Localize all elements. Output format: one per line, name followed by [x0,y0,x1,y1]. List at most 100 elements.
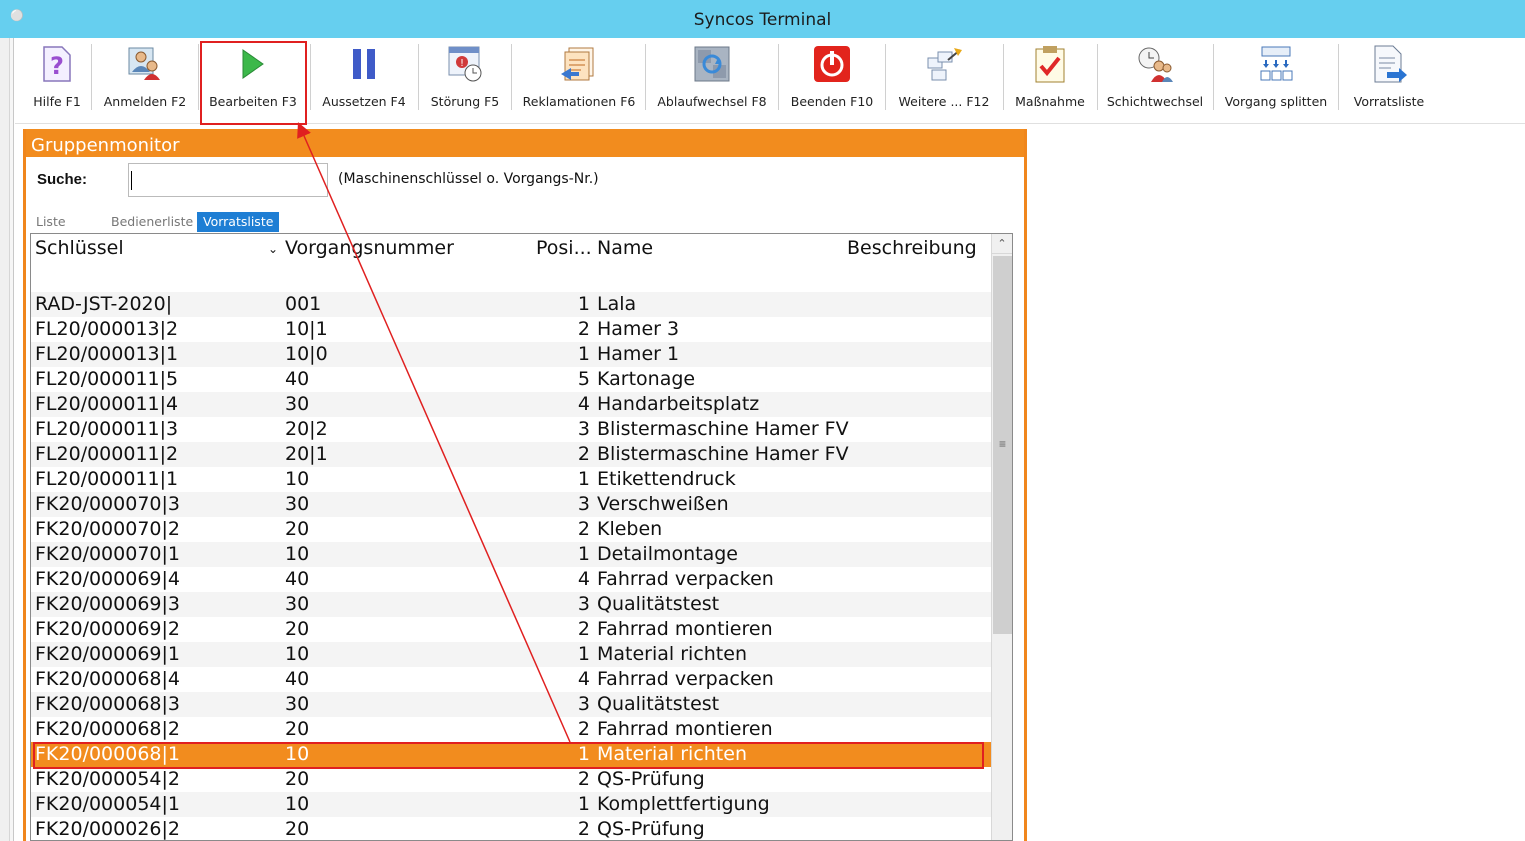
toolbar-separator [1213,44,1214,110]
table-row[interactable]: FL20/000011|2 20|1 2 Blistermaschine Hamer … [31,442,991,467]
disruption-button[interactable]: ! Störung F5 [427,42,503,114]
table-row[interactable]: FK20/000069|3 30 3 Qualitätstest [31,592,991,617]
toolbar-separator [1003,44,1004,110]
table-row[interactable]: FK20/000068|2 20 2 Fahrrad montieren [31,717,991,742]
table-row[interactable]: FK20/000068|3 30 3 Qualitätstest [31,692,991,717]
more-button[interactable]: Weitere ... F12 [894,42,994,114]
scroll-grip-icon: ≡ [998,437,1006,451]
window-title: Syncos Terminal [693,10,832,30]
cell-name: Blistermaschine Hamer FV [597,443,849,465]
table-row[interactable]: FK20/000070|1 10 1 Detailmontage [31,542,991,567]
column-header-operation-number[interactable]: Vorgangsnummer [285,237,454,259]
cell-name: Blistermaschine Hamer FV [597,418,849,440]
cell-position: 1 [577,643,590,665]
column-header-name[interactable]: Name [597,237,653,259]
exit-button[interactable]: Beenden F10 [787,42,877,114]
cell-key: FK20/000070|1 [35,543,180,565]
vertical-scrollbar[interactable]: ⌃ ≡ [991,234,1012,840]
cell-position: 2 [577,318,590,340]
column-header-key[interactable]: Schlüssel [35,237,124,259]
tab-liste[interactable]: Liste [36,212,66,232]
tab-vorratsliste[interactable]: Vorratsliste [197,212,280,232]
cell-position: 3 [577,418,590,440]
login-button[interactable]: Anmelden F2 [103,42,187,114]
cell-name: Fahrrad montieren [597,718,773,740]
cell-operation-number: 40 [285,568,310,590]
cell-name: Kartonage [597,368,696,390]
table-row[interactable]: FK20/000068|4 40 4 Fahrrad verpacken [31,667,991,692]
table-row[interactable]: FK20/000069|2 20 2 Fahrrad montieren [31,617,991,642]
toolbar-separator [1097,44,1098,110]
search-input[interactable] [128,163,328,197]
suspend-button[interactable]: Aussetzen F4 [319,42,409,114]
split-icon [1256,44,1296,84]
svg-text:?: ? [50,52,64,80]
cell-operation-number: 20|2 [285,418,328,440]
table-row[interactable]: FK20/000026|2 20 2 QS-Prüfung [31,817,991,840]
disruption-icon: ! [445,44,485,84]
help-button[interactable]: ? Hilfe F1 [31,42,83,114]
table-row[interactable]: FK20/000069|1 10 1 Material richten [31,642,991,667]
cell-name: Etikettendruck [597,468,736,490]
column-header-description[interactable]: Beschreibung [847,237,977,259]
search-hint: (Maschinenschlüssel o. Vorgangs-Nr.) [338,171,599,187]
table-row[interactable]: FK20/000070|2 20 2 Kleben [31,517,991,542]
login-user-icon [125,44,165,84]
highlight-box-selected-row [33,742,984,769]
shift-change-button[interactable]: Schichtwechsel [1105,42,1205,114]
cell-operation-number: 40 [285,668,310,690]
table-row[interactable]: FK20/000054|2 20 2 QS-Prüfung [31,767,991,792]
cell-key: FL20/000011|1 [35,468,179,490]
cell-position: 3 [577,593,590,615]
toolbar-separator [310,44,311,110]
cell-key: FK20/000069|2 [35,618,180,640]
cell-position: 2 [577,443,590,465]
table-row[interactable]: FL20/000011|5 40 5 Kartonage [31,367,991,392]
cell-operation-number: 30 [285,593,310,615]
table-row[interactable]: FK20/000054|1 10 1 Komplettfertigung [31,792,991,817]
cell-position: 2 [577,518,590,540]
cell-name: Fahrrad verpacken [597,668,774,690]
cell-position: 2 [577,618,590,640]
table-row[interactable]: FK20/000069|4 40 4 Fahrrad verpacken [31,567,991,592]
cell-position: 2 [577,768,590,790]
table-row[interactable]: FL20/000013|2 10|1 2 Hamer 3 [31,317,991,342]
table-row[interactable]: RAD-JST-2020| 001 1 Lala [31,292,991,317]
cell-operation-number: 10 [285,643,310,665]
table-row[interactable]: FL20/000011|1 10 1 Etikettendruck [31,467,991,492]
cell-operation-number: 20|1 [285,443,328,465]
table-row[interactable]: FL20/000011|4 30 4 Handarbeitsplatz [31,392,991,417]
left-frame [0,38,10,841]
column-header-position[interactable]: Posi... [536,237,592,259]
cell-name: Fahrrad verpacken [597,568,774,590]
left-frame-inner [10,38,14,841]
document-arrow-icon [1369,44,1409,84]
toolbar-separator [645,44,646,110]
table-row[interactable]: FL20/000011|3 20|2 3 Blistermaschine Hamer … [31,417,991,442]
scroll-up-icon[interactable]: ⌃ [992,234,1012,254]
stock-list-button[interactable]: Vorratsliste [1347,42,1431,114]
cell-name: Verschweißen [597,493,729,515]
table-row[interactable]: FK20/000070|3 30 3 Verschweißen [31,492,991,517]
split-operation-button[interactable]: Vorgang splitten [1221,42,1331,114]
cell-name: Lala [597,293,637,315]
cell-name: Hamer 3 [597,318,680,340]
panel-title: Gruppenmonitor [31,135,180,156]
cell-key: FK20/000068|3 [35,693,180,715]
toolbar-separator [198,44,199,110]
cell-key: FL20/000013|1 [35,343,179,365]
cell-position: 4 [577,393,590,415]
cell-position: 2 [577,818,590,840]
more-icon [924,44,964,84]
cell-position: 1 [577,543,590,565]
cell-key: FL20/000011|2 [35,443,179,465]
table-row[interactable]: FL20/000013|1 10|0 1 Hamer 1 [31,342,991,367]
tab-bedienerliste[interactable]: Bedienerliste [111,212,193,232]
cell-operation-number: 10|0 [285,343,328,365]
complaints-button[interactable]: Reklamationen F6 [520,42,638,114]
measure-button[interactable]: Maßnahme [1011,42,1089,114]
cell-key: FL20/000013|2 [35,318,179,340]
cell-name: QS-Prüfung [597,818,705,840]
cell-name: Qualitätstest [597,593,720,615]
workflow-change-button[interactable]: Ablaufwechsel F8 [655,42,769,114]
